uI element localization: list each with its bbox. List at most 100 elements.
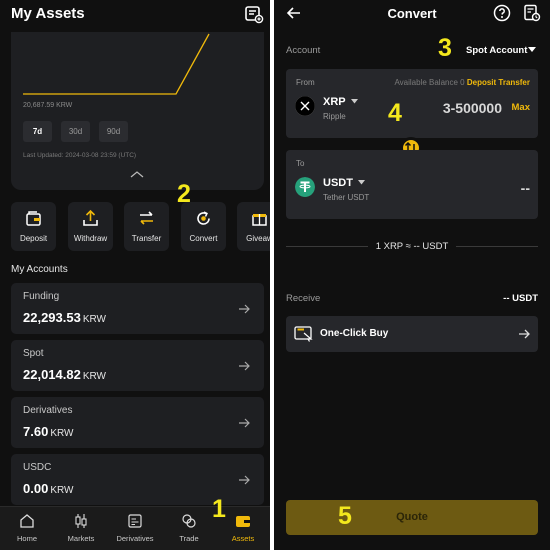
- arrow-right-icon: [239, 361, 250, 371]
- usdt-coin-icon[interactable]: [295, 177, 315, 197]
- from-label: From: [296, 78, 315, 87]
- chart-value-label: 20,687.59 KRW: [23, 102, 73, 109]
- nav-label: Markets: [67, 534, 95, 543]
- trade-icon: [182, 514, 196, 528]
- to-coin-name: Tether USDT: [323, 193, 370, 202]
- account-selector[interactable]: Spot Account: [466, 45, 527, 56]
- account-currency: KRW: [82, 314, 106, 325]
- chevron-up-icon[interactable]: [129, 170, 145, 178]
- order-history-icon[interactable]: [523, 4, 541, 22]
- account-value: 22,014.82 KRW: [23, 367, 106, 382]
- arrow-right-icon: [239, 475, 250, 485]
- quote-button[interactable]: Quote: [286, 500, 538, 535]
- nav-derivatives[interactable]: Derivatives: [108, 507, 162, 550]
- range-90d-button[interactable]: 90d: [99, 121, 128, 142]
- account-label: Account: [286, 45, 321, 56]
- to-amount-output: --: [520, 180, 530, 196]
- receive-value: -- USDT: [503, 293, 538, 304]
- deposit-label: Deposit: [19, 234, 48, 243]
- bottom-navigation: Home Markets Derivatives Trade Assets: [0, 506, 270, 550]
- convert-header: Convert: [274, 0, 550, 28]
- deposit-link[interactable]: Deposit: [467, 78, 496, 87]
- annotation-marker-1: 1: [212, 495, 226, 523]
- last-updated-text: Last Updated: 2024-03-08 23:59 (UTC): [23, 152, 137, 159]
- nav-label: Home: [16, 534, 37, 543]
- gift-icon: [252, 214, 267, 226]
- account-currency: KRW: [50, 428, 74, 439]
- convert-label: Convert: [189, 234, 218, 243]
- available-balance: Available Balance 0 Deposit Transfer: [394, 78, 530, 87]
- transfer-link[interactable]: Transfer: [498, 78, 530, 87]
- balance-value: 0: [460, 78, 465, 87]
- annotation-marker-4: 4: [388, 99, 402, 127]
- help-icon[interactable]: [493, 4, 511, 22]
- account-name: Derivatives: [23, 405, 73, 416]
- nav-markets[interactable]: Markets: [54, 507, 108, 550]
- withdraw-button[interactable]: Withdraw: [68, 202, 113, 251]
- account-name: USDC: [23, 462, 52, 473]
- account-row-usdc[interactable]: USDC 0.00 KRW: [11, 454, 264, 505]
- page-title: My Assets: [11, 5, 85, 22]
- derivatives-icon: [128, 514, 142, 528]
- one-click-buy-label: One-Click Buy: [320, 328, 389, 339]
- deposit-button[interactable]: Deposit: [11, 202, 56, 251]
- home-icon: [20, 514, 34, 528]
- withdraw-label: Withdraw: [73, 234, 108, 243]
- annotation-marker-3: 3: [438, 34, 452, 62]
- to-label: To: [296, 159, 305, 168]
- from-coin-name: Ripple: [323, 112, 346, 121]
- transfer-label: Transfer: [131, 234, 162, 243]
- account-currency: KRW: [82, 371, 106, 382]
- receive-label: Receive: [286, 293, 321, 304]
- quick-actions: Deposit Withdraw Transfer Convert Giveaw: [11, 202, 270, 252]
- from-coin-selector[interactable]: XRP: [323, 96, 346, 108]
- asset-chart-card: 20,687.59 KRW 7d 30d 90d Last Updated: 2…: [11, 32, 264, 190]
- account-currency: KRW: [50, 485, 74, 496]
- one-click-buy-button[interactable]: One-Click Buy: [286, 316, 538, 352]
- account-row-spot[interactable]: Spot 22,014.82 KRW: [11, 340, 264, 391]
- annotation-marker-5: 5: [338, 502, 352, 530]
- asset-history-icon[interactable]: [244, 4, 264, 24]
- arrow-right-icon: [519, 329, 530, 339]
- transfer-icon: [140, 211, 153, 225]
- conversion-rate: 1 XRP ≈ -- USDT: [375, 241, 449, 252]
- caret-down-icon[interactable]: [351, 99, 358, 104]
- wallet-icon: [236, 516, 250, 527]
- my-assets-screen: My Assets 20,687.59 KRW 7d 30d 90d Last …: [0, 0, 270, 550]
- account-value: 7.60 KRW: [23, 424, 73, 439]
- xrp-coin-icon[interactable]: [295, 96, 315, 116]
- to-coin-selector[interactable]: USDT: [323, 177, 353, 189]
- max-button[interactable]: Max: [512, 102, 530, 113]
- my-accounts-heading: My Accounts: [11, 264, 68, 275]
- range-30d-button[interactable]: 30d: [61, 121, 90, 142]
- giveaway-button[interactable]: Giveaw: [237, 202, 270, 251]
- account-amount: 7.60: [23, 424, 49, 439]
- account-value: 0.00 KRW: [23, 481, 73, 496]
- caret-down-icon[interactable]: [528, 47, 536, 53]
- transfer-button[interactable]: Transfer: [124, 202, 169, 251]
- nav-home[interactable]: Home: [0, 507, 54, 550]
- caret-down-icon[interactable]: [358, 180, 365, 185]
- giveaway-label: Giveaw: [246, 234, 270, 243]
- account-amount: 0.00: [23, 481, 49, 496]
- deposit-icon: [26, 211, 41, 226]
- account-row-derivatives[interactable]: Derivatives 7.60 KRW: [11, 397, 264, 448]
- account-amount: 22,014.82: [23, 367, 81, 382]
- asset-line-chart: [23, 33, 210, 95]
- account-name: Spot: [23, 348, 44, 359]
- arrow-right-icon: [239, 418, 250, 428]
- account-amount: 22,293.53: [23, 310, 81, 325]
- assets-header: My Assets: [0, 0, 270, 30]
- nav-label: Assets: [231, 534, 255, 543]
- nav-label: Derivatives: [116, 534, 154, 543]
- convert-button[interactable]: Convert: [181, 202, 226, 251]
- asset-value-line: [23, 33, 210, 95]
- to-card: To USDT Tether USDT --: [286, 150, 538, 219]
- range-7d-button[interactable]: 7d: [23, 121, 52, 142]
- from-amount-input[interactable]: 3-500000: [443, 100, 502, 116]
- nav-trade[interactable]: Trade: [162, 507, 216, 550]
- account-row-funding[interactable]: Funding 22,293.53 KRW: [11, 283, 264, 334]
- nav-label: Trade: [179, 534, 199, 543]
- arrow-right-icon: [239, 304, 250, 314]
- convert-icon: [197, 211, 210, 225]
